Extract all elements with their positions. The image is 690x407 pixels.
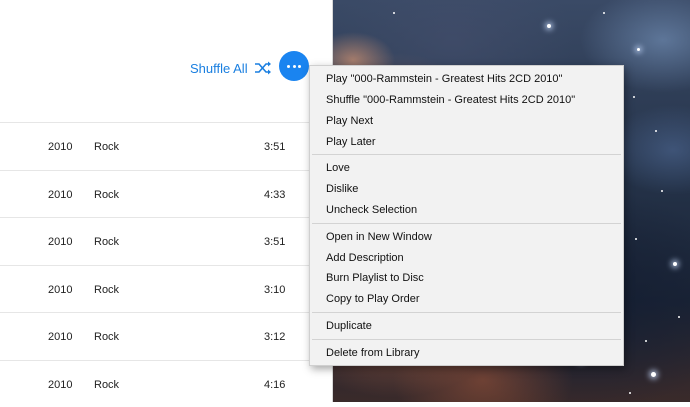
star — [629, 392, 631, 394]
playlist-header: Shuffle All — [0, 0, 332, 122]
track-genre: Rock — [94, 284, 119, 296]
menu-item-play-next[interactable]: Play Next — [326, 111, 373, 131]
track-row[interactable]: 2010 Rock 3:12 — [0, 312, 332, 360]
track-row[interactable]: 2010 Rock 4:16 — [0, 360, 332, 407]
menu-separator — [312, 223, 621, 224]
shuffle-all-button[interactable]: Shuffle All — [190, 58, 272, 78]
track-year: 2010 — [48, 284, 72, 296]
more-options-button[interactable] — [279, 51, 309, 81]
menu-separator — [312, 339, 621, 340]
more-dot-icon — [293, 65, 296, 68]
track-row[interactable]: 2010 Rock 3:51 — [0, 122, 332, 170]
menu-item-open-new-window[interactable]: Open in New Window — [326, 227, 432, 247]
track-duration: 4:33 — [264, 189, 285, 201]
star — [655, 130, 657, 132]
menu-item-dislike[interactable]: Dislike — [326, 179, 358, 199]
track-duration: 3:10 — [264, 284, 285, 296]
track-row[interactable]: 2010 Rock 4:33 — [0, 170, 332, 218]
track-year: 2010 — [48, 189, 72, 201]
more-dot-icon — [298, 65, 301, 68]
star — [603, 12, 605, 14]
track-genre: Rock — [94, 141, 119, 153]
shuffle-icon — [254, 61, 272, 75]
menu-item-delete-library[interactable]: Delete from Library — [326, 343, 420, 363]
track-genre: Rock — [94, 331, 119, 343]
playlist-panel: Shuffle All 2010 Rock 3:51 2010 Rock 4:3… — [0, 0, 333, 402]
menu-item-duplicate[interactable]: Duplicate — [326, 316, 372, 336]
menu-separator — [312, 154, 621, 155]
menu-item-copy-play-order[interactable]: Copy to Play Order — [326, 289, 420, 309]
track-duration: 3:51 — [264, 236, 285, 248]
track-year: 2010 — [48, 141, 72, 153]
menu-item-shuffle[interactable]: Shuffle "000-Rammstein - Greatest Hits 2… — [326, 90, 575, 110]
track-year: 2010 — [48, 379, 72, 391]
menu-item-love[interactable]: Love — [326, 158, 350, 178]
track-row[interactable]: 2010 Rock 3:51 — [0, 217, 332, 265]
menu-separator — [312, 312, 621, 313]
track-list: 2010 Rock 3:51 2010 Rock 4:33 2010 Rock … — [0, 122, 332, 407]
context-menu: Play "000-Rammstein - Greatest Hits 2CD … — [309, 65, 624, 366]
track-year: 2010 — [48, 236, 72, 248]
star — [547, 24, 551, 28]
menu-item-add-description[interactable]: Add Description — [326, 248, 404, 268]
star — [637, 48, 640, 51]
star — [635, 238, 637, 240]
track-genre: Rock — [94, 379, 119, 391]
more-dot-icon — [287, 65, 290, 68]
star — [651, 372, 656, 377]
track-genre: Rock — [94, 236, 119, 248]
star — [633, 96, 635, 98]
track-duration: 4:16 — [264, 379, 285, 391]
menu-item-play[interactable]: Play "000-Rammstein - Greatest Hits 2CD … — [326, 69, 562, 89]
track-duration: 3:12 — [264, 331, 285, 343]
star — [393, 12, 395, 14]
track-duration: 3:51 — [264, 141, 285, 153]
star — [661, 190, 663, 192]
track-row[interactable]: 2010 Rock 3:10 — [0, 265, 332, 313]
star — [673, 262, 677, 266]
track-genre: Rock — [94, 189, 119, 201]
shuffle-all-label: Shuffle All — [190, 61, 248, 76]
menu-item-play-later[interactable]: Play Later — [326, 132, 376, 152]
track-year: 2010 — [48, 331, 72, 343]
star — [678, 316, 680, 318]
star — [645, 340, 647, 342]
menu-item-burn-playlist[interactable]: Burn Playlist to Disc — [326, 268, 424, 288]
menu-item-uncheck-selection[interactable]: Uncheck Selection — [326, 200, 417, 220]
